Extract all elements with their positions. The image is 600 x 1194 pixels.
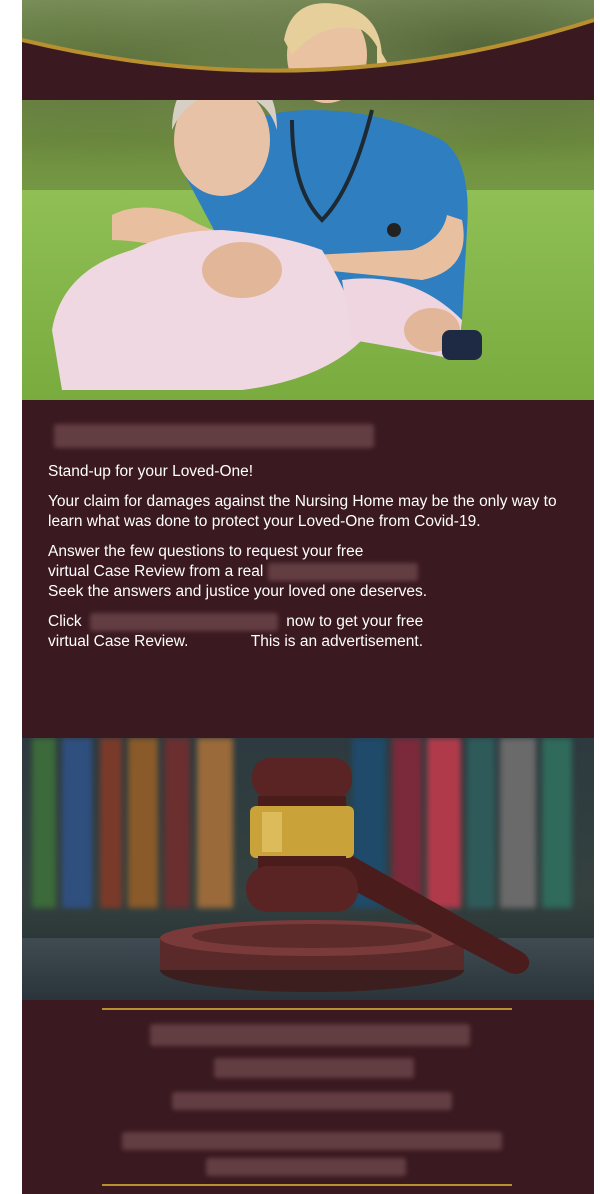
paragraph-answer: Answer the few questions to request your… [48, 542, 578, 602]
footer-contact [22, 1000, 594, 1194]
click-label: Click [48, 613, 82, 630]
ad-copy: Stand-up for your Loved-One! Your claim … [48, 424, 578, 662]
redacted-address [122, 1132, 502, 1150]
answer-line-3: Seek the answers and justice your loved … [48, 583, 428, 600]
now-text: now to get your free [286, 613, 424, 630]
footer-top-rule [102, 1008, 512, 1010]
curved-divider [22, 18, 594, 100]
answer-line-2: virtual Case Review from a real [48, 563, 264, 580]
redacted-headline [54, 424, 374, 448]
gavel-illustration [160, 758, 530, 992]
redacted-phone [214, 1058, 414, 1078]
gavel-photo [22, 738, 594, 1000]
hero-photo [22, 0, 594, 400]
redacted-firm-name [150, 1024, 470, 1046]
answer-line-1: Answer the few questions to request your… [48, 543, 364, 560]
case-review-text: virtual Case Review. [48, 633, 189, 650]
redacted-attorney-name [267, 562, 418, 581]
redacted-disclaimer [206, 1158, 406, 1176]
redacted-website [172, 1092, 452, 1110]
paragraph-claim: Your claim for damages against the Nursi… [48, 493, 557, 530]
footer-bottom-rule [102, 1184, 512, 1186]
paragraph-stand-up: Stand-up for your Loved-One! [48, 463, 254, 480]
paragraph-click: Click now to get your free virtual Case … [48, 612, 578, 652]
advertisement-notice: This is an advertisement. [250, 633, 424, 650]
advertisement: Stand-up for your Loved-One! Your claim … [22, 0, 594, 1194]
redacted-click-link[interactable] [89, 612, 278, 631]
